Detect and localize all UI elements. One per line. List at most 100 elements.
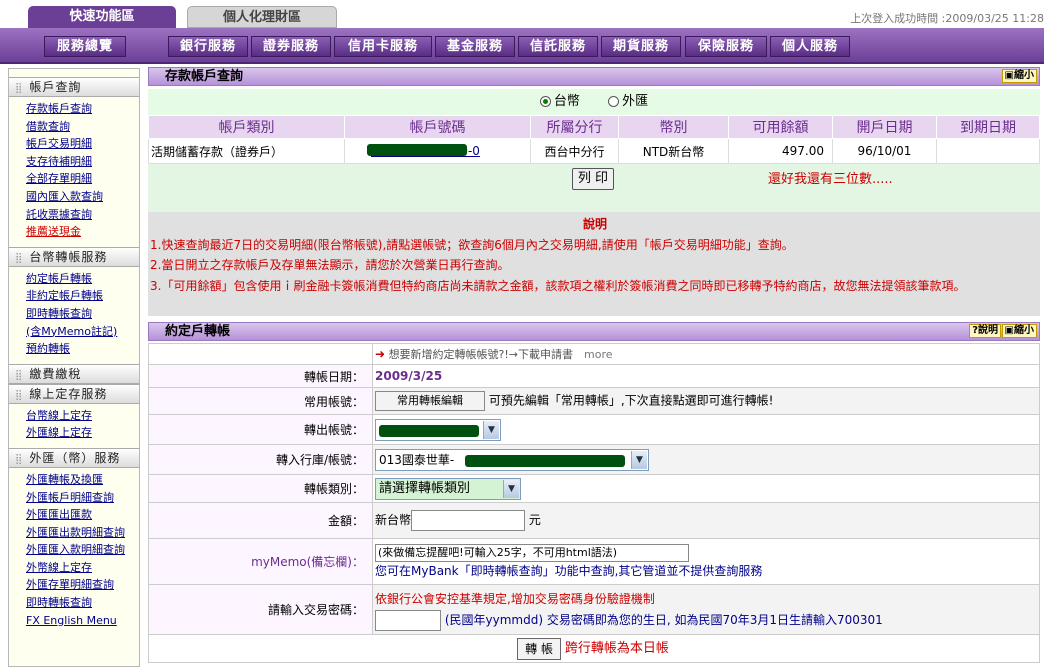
col-branch: 所屬分行 — [530, 115, 619, 139]
nav-futures-services[interactable]: 期貨服務 — [601, 36, 681, 57]
print-button[interactable]: 列 印 — [572, 168, 614, 190]
sidebar-item-foreign-online-deposit[interactable]: 外幣線上定存 — [9, 559, 139, 577]
grip-icon: ⣿ — [15, 252, 24, 264]
sidebar-item-fx-transfer-exchange[interactable]: 外匯轉帳及換匯 — [9, 471, 139, 489]
sidebar-section-title: 繳費繳稅 — [29, 366, 82, 381]
amount-prefix: 新台幣 — [375, 513, 412, 527]
col-open-date: 開戶日期 — [832, 115, 937, 139]
sidebar-item-fx-online-deposit[interactable]: 外匯線上定存 — [9, 424, 139, 442]
service-overview-button[interactable]: 服務總覽 — [44, 36, 126, 57]
transfer-submit-button[interactable]: 轉 帳 — [517, 637, 562, 660]
note-line: 1.快速查詢最近7日的交易明細(限台幣帳號),請點選帳號；欲查詢6個月內之交易明… — [150, 237, 794, 252]
transfer-type-select[interactable]: 請選擇轉帳類別 ▼ — [375, 477, 521, 500]
sidebar-section-title: 外匯（幣）服務 — [29, 450, 121, 465]
sidebar-item-transaction-details[interactable]: 帳戶交易明細 — [9, 135, 139, 153]
sidebar-item-all-certificates[interactable]: 全部存單明細 — [9, 170, 139, 188]
currency-radio-group: 台幣 外匯 — [148, 89, 1040, 115]
form-row-common: 常用帳號： 常用轉帳編輯 可預先編輯「常用轉帳」,下次直接點選即可進行轉帳! — [148, 387, 1040, 415]
sidebar-section-twd-transfer[interactable]: ⣿ 台幣轉帳服務 — [9, 246, 139, 267]
sidebar-item-fx-account-details[interactable]: 外匯帳戶明細查詢 — [9, 489, 139, 507]
sidebar-item-designated-transfer[interactable]: 約定帳戶轉帳 — [9, 270, 139, 288]
nav-fund-services[interactable]: 基金服務 — [435, 36, 515, 57]
sidebar-item-fx-realtime-inquiry[interactable]: 即時轉帳查詢 — [9, 594, 139, 612]
password-input[interactable] — [375, 609, 441, 631]
form-row-type: 轉帳類別： 請選擇轉帳類別 ▼ — [148, 474, 1040, 503]
submit-note: 跨行轉帳為本日帳 — [564, 641, 669, 657]
nav-insurance-services[interactable]: 保險服務 — [685, 36, 767, 57]
form-row-memo: myMemo(備忘欄)： (來做備忘提醒吧!可輸入25字，不可用html語法) 您… — [148, 538, 1040, 585]
sidebar-item-non-designated-transfer[interactable]: 非約定帳戶轉帳 — [9, 287, 139, 305]
sidebar-item-fx-outward-details[interactable]: 外匯匯出款明細查詢 — [9, 524, 139, 542]
table-row: 活期儲蓄存款（證券戶） 013-50-0000-00-0 西台中分行 NTD新台… — [148, 138, 1040, 164]
transfer-date: 2009/3/25 — [372, 364, 1040, 388]
sidebar-item-deposit-inquiry[interactable]: 存款帳戶查詢 — [9, 100, 139, 118]
transfer-panel-title: 約定戶轉帳 — [165, 324, 231, 339]
radio-fx-label: 外匯 — [622, 94, 649, 109]
memo-label: myMemo(備忘欄)： — [148, 538, 373, 585]
date-label: 轉帳日期： — [148, 364, 373, 388]
shrink-button[interactable]: ▣縮小 — [1001, 69, 1037, 83]
grip-icon: ⣿ — [15, 389, 24, 401]
sidebar-item-fx-english-menu[interactable]: FX English Menu — [9, 612, 139, 630]
nav-trust-services[interactable]: 信託服務 — [518, 36, 598, 57]
nav-bank-services[interactable]: 銀行服務 — [168, 36, 248, 57]
nav-securities-services[interactable]: 證券服務 — [251, 36, 331, 57]
sidebar-item-domestic-inward[interactable]: 國內匯入款查詢 — [9, 188, 139, 206]
service-nav-bar: 服務總覽 銀行服務 證券服務 信用卡服務 基金服務 信託服務 期貨服務 保險服務… — [0, 28, 1044, 64]
sidebar-item-realtime-transfer-inquiry[interactable]: 即時轉帳查詢 — [9, 305, 139, 323]
chevron-down-icon: ▼ — [503, 479, 519, 498]
col-balance: 可用餘額 — [728, 115, 833, 139]
radio-selected-icon — [539, 96, 551, 107]
sidebar-section-online-deposit[interactable]: ⣿ 線上定存服務 — [9, 383, 139, 404]
sidebar-section-title: 帳戶查詢 — [29, 80, 82, 94]
sidebar-section-fx-services[interactable]: ⣿ 外匯（幣）服務 — [9, 447, 139, 468]
sidebar-item-referral-cash[interactable]: 推薦送現金 — [9, 223, 139, 241]
common-transfer-edit-button[interactable]: 常用轉帳編輯 — [375, 391, 485, 411]
sidebar-item-scheduled-transfer[interactable]: 預約轉帳 — [9, 340, 139, 358]
amount-input[interactable] — [411, 510, 526, 531]
radio-fx[interactable]: 外匯 — [608, 94, 648, 109]
amount-suffix: 元 — [528, 513, 541, 527]
sidebar-item-loan-inquiry[interactable]: 借款查詢 — [9, 118, 139, 136]
cell-currency: NTD新台幣 — [618, 138, 729, 164]
more-link[interactable]: more — [584, 348, 613, 361]
sidebar-section-bill-tax[interactable]: ⣿ 繳費繳稅 — [9, 363, 139, 384]
help-label: 說明 — [978, 325, 998, 336]
sidebar-item-twd-online-deposit[interactable]: 台幣線上定存 — [9, 407, 139, 425]
help-button[interactable]: ?說明 — [969, 324, 1001, 338]
chevron-down-icon: ▼ — [631, 450, 647, 469]
deposit-panel-header: 存款帳戶查詢 ▣縮小 — [148, 67, 1040, 86]
radio-unselected-icon — [608, 96, 620, 107]
col-account-type: 帳戶類別 — [148, 115, 345, 139]
download-form-link[interactable]: 想要新增約定轉帳帳號?!→下載申請書 — [389, 348, 573, 361]
sidebar-section-title: 台幣轉帳服務 — [29, 249, 108, 264]
form-row-amount: 金額： 新台幣 元 — [148, 502, 1040, 539]
tab-quick-functions[interactable]: 快速功能區 — [28, 6, 176, 28]
account-number-link[interactable]: 013-50-0000-00-0 — [344, 138, 531, 164]
tab-personal-finance[interactable]: 個人化理財區 — [187, 6, 337, 28]
chevron-down-icon: ▼ — [483, 420, 499, 439]
sidebar-item-mymemo-note[interactable]: (含MyMemo註記) — [9, 323, 139, 341]
shrink-button[interactable]: ▣縮小 — [1001, 324, 1037, 338]
col-currency: 幣別 — [618, 115, 729, 139]
common-hint: 可預先編輯「常用轉帳」,下次直接點選即可進行轉帳! — [488, 393, 774, 408]
shrink-icon: ▣ — [1004, 325, 1014, 336]
arrow-icon: ➜ — [375, 347, 386, 361]
redaction-mark — [367, 144, 467, 156]
radio-twd[interactable]: 台幣 — [539, 94, 580, 109]
redaction-mark — [465, 455, 625, 467]
sidebar-section-title: 線上定存服務 — [29, 386, 108, 401]
transfer-type-label: 轉帳類別： — [148, 474, 373, 503]
top-header: 快速功能區 個人化理財區 上次登入成功時間 :2009/03/25 11:28 … — [0, 0, 1044, 68]
sidebar-item-fx-outward-remit[interactable]: 外匯匯出匯款 — [9, 506, 139, 524]
sidebar-item-collection-check[interactable]: 託收票據查詢 — [9, 206, 139, 224]
memo-input[interactable]: (來做備忘提醒吧!可輸入25字，不可用html語法) — [375, 543, 689, 562]
sidebar-item-fx-certificate-details[interactable]: 外匯存單明細查詢 — [9, 576, 139, 594]
nav-personal-services[interactable]: 個人服務 — [770, 36, 850, 57]
sidebar-item-fx-inward-details[interactable]: 外匯匯入款明細查詢 — [9, 541, 139, 559]
sidebar-item-check-pending[interactable]: 支存待補明細 — [9, 153, 139, 171]
cell-account-type: 活期儲蓄存款（證券戶） — [148, 138, 345, 164]
cell-maturity — [936, 138, 1040, 164]
sidebar-section-account-inquiry[interactable]: ⣿ 帳戶查詢 — [9, 77, 139, 97]
nav-credit-card-services[interactable]: 信用卡服務 — [334, 36, 432, 57]
